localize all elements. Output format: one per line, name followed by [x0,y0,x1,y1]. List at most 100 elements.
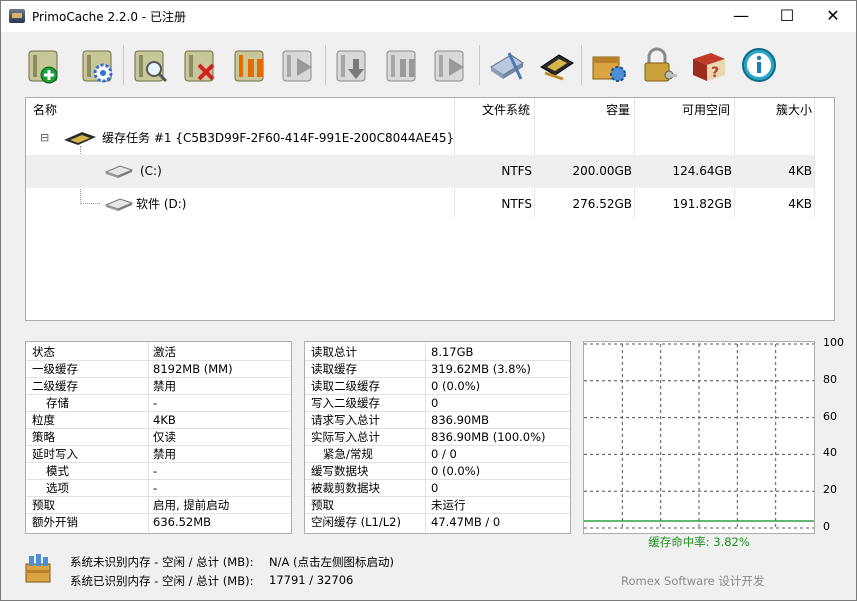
panel-row: 读取缓存 319.62MB (3.8%) [305,361,570,378]
column-header-cluster-size[interactable]: 簇大小 [736,98,812,122]
panel-row-key: 请求写入总计 [311,413,380,427]
toolbar-separator [325,45,326,85]
help-button[interactable]: ? [689,45,729,85]
hit-rate-chart [583,341,815,534]
column-header-filesystem[interactable]: 文件系统 [456,98,530,122]
panel-row-key: 写入二级缓存 [311,396,380,410]
resume-all-button[interactable] [431,45,471,85]
disk-play-all-icon [434,50,464,82]
disk-pause-all-icon [386,50,416,82]
delete-cache-task-button[interactable] [181,45,221,85]
close-button[interactable]: ✕ [810,1,856,32]
license-button[interactable] [639,45,679,85]
unrecognized-memory-label: 系统未识别内存 - 空闲 / 总计 (MB): [70,555,254,569]
panel-row-key: 二级缓存 [32,379,78,393]
panel-row: 延时写入 禁用 [26,446,291,463]
svg-text:?: ? [711,65,719,81]
panel-row: 空闲缓存 (L1/L2) 47.47MB / 0 [305,514,570,531]
panel-row: 预取 启用, 提前启动 [26,497,291,514]
pause-cache-button[interactable] [231,45,271,85]
panel-row-value: 319.62MB (3.8%) [431,362,531,376]
options-button[interactable] [589,45,629,85]
y-tick-label: 100 [823,336,844,349]
panel-row-key: 粒度 [32,413,55,427]
panel-row: 策略 仅读 [26,429,291,446]
disk-plus-icon [28,50,58,84]
pause-all-button[interactable] [383,45,423,85]
panel-row-value: - [153,396,158,410]
volume-name: 软件 (D:) [136,197,187,211]
panel-row: 预取 未运行 [305,497,570,514]
about-button[interactable] [739,45,779,85]
drive-icon [104,198,134,211]
recognized-memory-value: 17791 / 32706 [269,573,354,587]
volume-cluster-size: 4KB [788,164,812,178]
y-tick-label: 60 [823,409,837,423]
tree-row-volume[interactable]: 软件 (D:) NTFS 276.52GB 191.82GB 4KB [26,187,814,220]
cache-statistics-button[interactable] [131,45,171,85]
flush-cache-button[interactable] [333,45,373,85]
panel-row: 被裁剪数据块 0 [305,480,570,497]
panel-row-value: 836.90MB (100.0%) [431,430,546,444]
panel-row-value: 8192MB (MM) [153,362,233,376]
l2-storage-button[interactable] [487,45,527,85]
hit-rate-chart-plot [584,343,814,529]
panel-row: 状态 激活 [26,344,291,361]
panel-row-key: 读取二级缓存 [311,379,380,393]
disk-gear-icon [82,50,113,83]
panel-row-key: 缓写数据块 [311,464,369,478]
panel-row-value: 0 / 0 [431,447,457,461]
panel-row: 一级缓存 8192MB (MM) [26,361,291,378]
panel-row: 请求写入总计 836.90MB [305,412,570,429]
column-divider [814,98,815,218]
cache-task-list[interactable]: 名称 文件系统 容量 可用空间 簇大小 ⊟ 缓存任务 #1 {C5B3D99F-… [25,97,835,321]
unrecognized-memory-value[interactable]: N/A (点击左侧图标启动) [269,554,394,570]
panel-row: 二级缓存 禁用 [26,378,291,395]
tree-row-volume[interactable]: (C:) NTFS 200.00GB 124.64GB 4KB [26,155,814,187]
panel-row-value: 仅读 [153,430,176,444]
panel-row-key: 选项 [46,481,69,495]
minimize-button[interactable]: — [718,1,764,32]
tree-row-cache-task[interactable]: ⊟ 缓存任务 #1 {C5B3D99F-2F60-414F-991E-200C8… [26,122,814,154]
panel-row-key: 读取总计 [311,345,357,359]
panel-row-value: 激活 [153,345,176,359]
panel-row: 读取二级缓存 0 (0.0%) [305,378,570,395]
developer-footer[interactable]: Romex Software 设计开发 [621,573,764,589]
column-header-capacity[interactable]: 容量 [536,98,630,122]
column-header-free-space[interactable]: 可用空间 [636,98,730,122]
lock-key-icon [644,47,677,82]
panel-row: 缓写数据块 0 (0.0%) [305,463,570,480]
toolbox-gear-icon [592,56,626,82]
panel-row-key: 额外开销 [32,515,78,529]
panel-row-value: 47.47MB / 0 [431,515,501,529]
cache-status-panel: 状态 激活 一级缓存 8192MB (MM) 二级缓存 禁用 存储 - 粒度 4KB 策略 仅读 延时写… [25,341,292,534]
disk-download-icon [336,50,366,82]
toolbar-separator [479,45,480,85]
panel-row-key: 被裁剪数据块 [311,481,380,495]
volume-name: (C:) [140,164,162,178]
disk-play-icon [282,50,312,82]
book-help-icon: ? [693,53,725,81]
cache-properties-button[interactable] [79,45,119,85]
panel-row-key: 空闲缓存 (L1/L2) [311,515,401,529]
panel-row-key: 状态 [32,345,55,359]
y-tick-label: 80 [823,372,837,386]
column-header-name[interactable]: 名称 [33,98,57,122]
panel-row-value: 0 [431,396,439,410]
panel-row: 存储 - [26,395,291,412]
new-cache-task-button[interactable] [25,45,65,85]
memory-management-icon[interactable] [23,552,57,586]
panel-row-value: 8.17GB [431,345,474,359]
panel-row-value: 启用, 提前启动 [153,498,230,512]
expand-collapse-icon[interactable]: ⊟ [40,122,49,154]
panel-row-key: 预取 [311,498,334,512]
maximize-button[interactable]: ☐ [764,1,810,32]
ssd-tools-icon [490,52,524,80]
panel-row: 紧急/常规 0 / 0 [305,446,570,463]
primocache-window: PrimoCache 2.2.0 - 已注册 — ☐ ✕ ? 名称 文件系统 容… [0,0,857,601]
panel-row-key: 读取缓存 [311,362,357,376]
system-memory-button[interactable] [537,45,577,85]
resume-cache-button[interactable] [279,45,319,85]
panel-row-value: 未运行 [431,498,466,512]
panel-row: 写入二级缓存 0 [305,395,570,412]
